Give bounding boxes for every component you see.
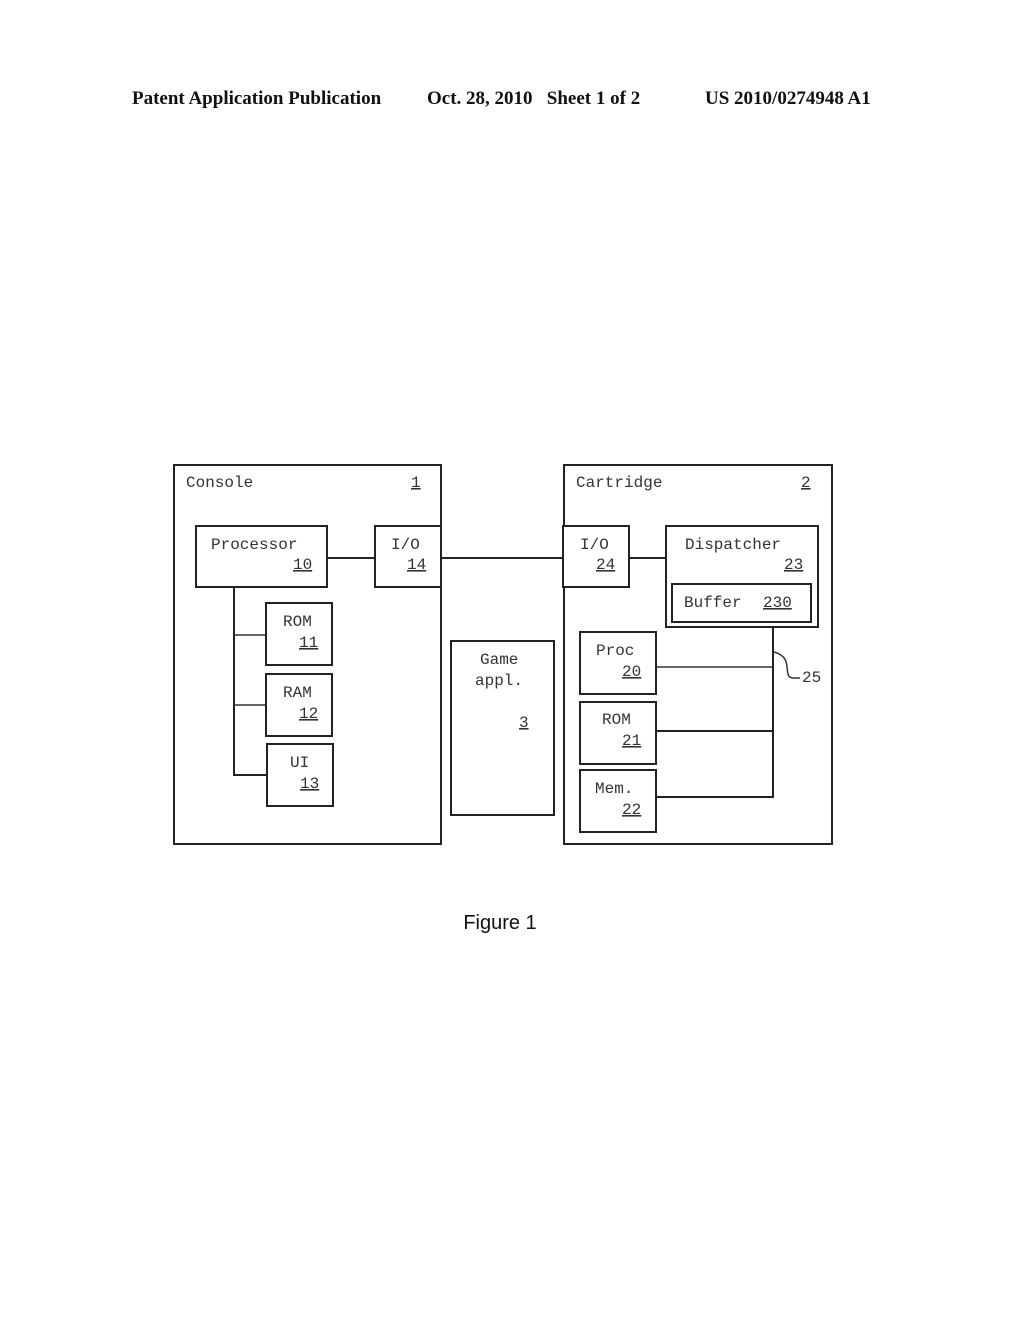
cart-mem-block: Mem. 22 <box>579 769 657 833</box>
cartridge-io-block: I/O 24 <box>562 525 630 588</box>
dispatcher-label: Dispatcher <box>685 536 781 554</box>
cartridge-ref: 2 <box>801 474 811 492</box>
console-io-ref: 14 <box>407 556 426 574</box>
console-ui-label: UI <box>290 754 309 772</box>
console-rom-ref: 11 <box>299 634 318 652</box>
cartridge-io-label: I/O <box>580 536 609 554</box>
dispatcher-block: Dispatcher 23 Buffer 230 <box>665 525 819 628</box>
console-ref: 1 <box>411 474 421 492</box>
buffer-label: Buffer <box>684 594 742 612</box>
cart-mem-label: Mem. <box>595 780 633 798</box>
processor-ref: 10 <box>293 556 312 574</box>
console-rom-label: ROM <box>283 613 312 631</box>
processor-block: Processor 10 <box>195 525 328 588</box>
console-rom-block: ROM 11 <box>265 602 333 666</box>
figure-caption: Figure 1 <box>463 912 537 934</box>
console-label: Console <box>186 474 253 492</box>
cart-proc-label: Proc <box>596 642 634 660</box>
cart-proc-ref: 20 <box>622 663 641 681</box>
game-app-label-2: appl. <box>475 672 523 690</box>
console-ram-block: RAM 12 <box>265 673 333 737</box>
console-ram-label: RAM <box>283 684 312 702</box>
console-io-label: I/O <box>391 536 420 554</box>
cart-rom-label: ROM <box>602 711 631 729</box>
game-app-label-1: Game <box>480 651 518 669</box>
cartridge-label: Cartridge <box>576 474 662 492</box>
cartridge-io-ref: 24 <box>596 556 615 574</box>
console-ui-block: UI 13 <box>266 743 334 807</box>
cart-rom-ref: 21 <box>622 732 641 750</box>
game-app-ref: 3 <box>519 714 529 732</box>
console-ui-ref: 13 <box>300 775 319 793</box>
buffer-ref: 230 <box>763 594 792 612</box>
console-ram-ref: 12 <box>299 705 318 723</box>
cart-mem-ref: 22 <box>622 801 641 819</box>
cart-rom-block: ROM 21 <box>579 701 657 765</box>
bus-ref: 25 <box>802 669 821 687</box>
processor-label: Processor <box>211 536 297 554</box>
dispatcher-ref: 23 <box>784 556 803 574</box>
game-app-block: Game appl. 3 <box>450 640 555 816</box>
cart-proc-block: Proc 20 <box>579 631 657 695</box>
console-io-block: I/O 14 <box>374 525 442 588</box>
block-diagram: Console 1 Processor 10 I/O 14 ROM 11 RAM… <box>173 464 833 845</box>
